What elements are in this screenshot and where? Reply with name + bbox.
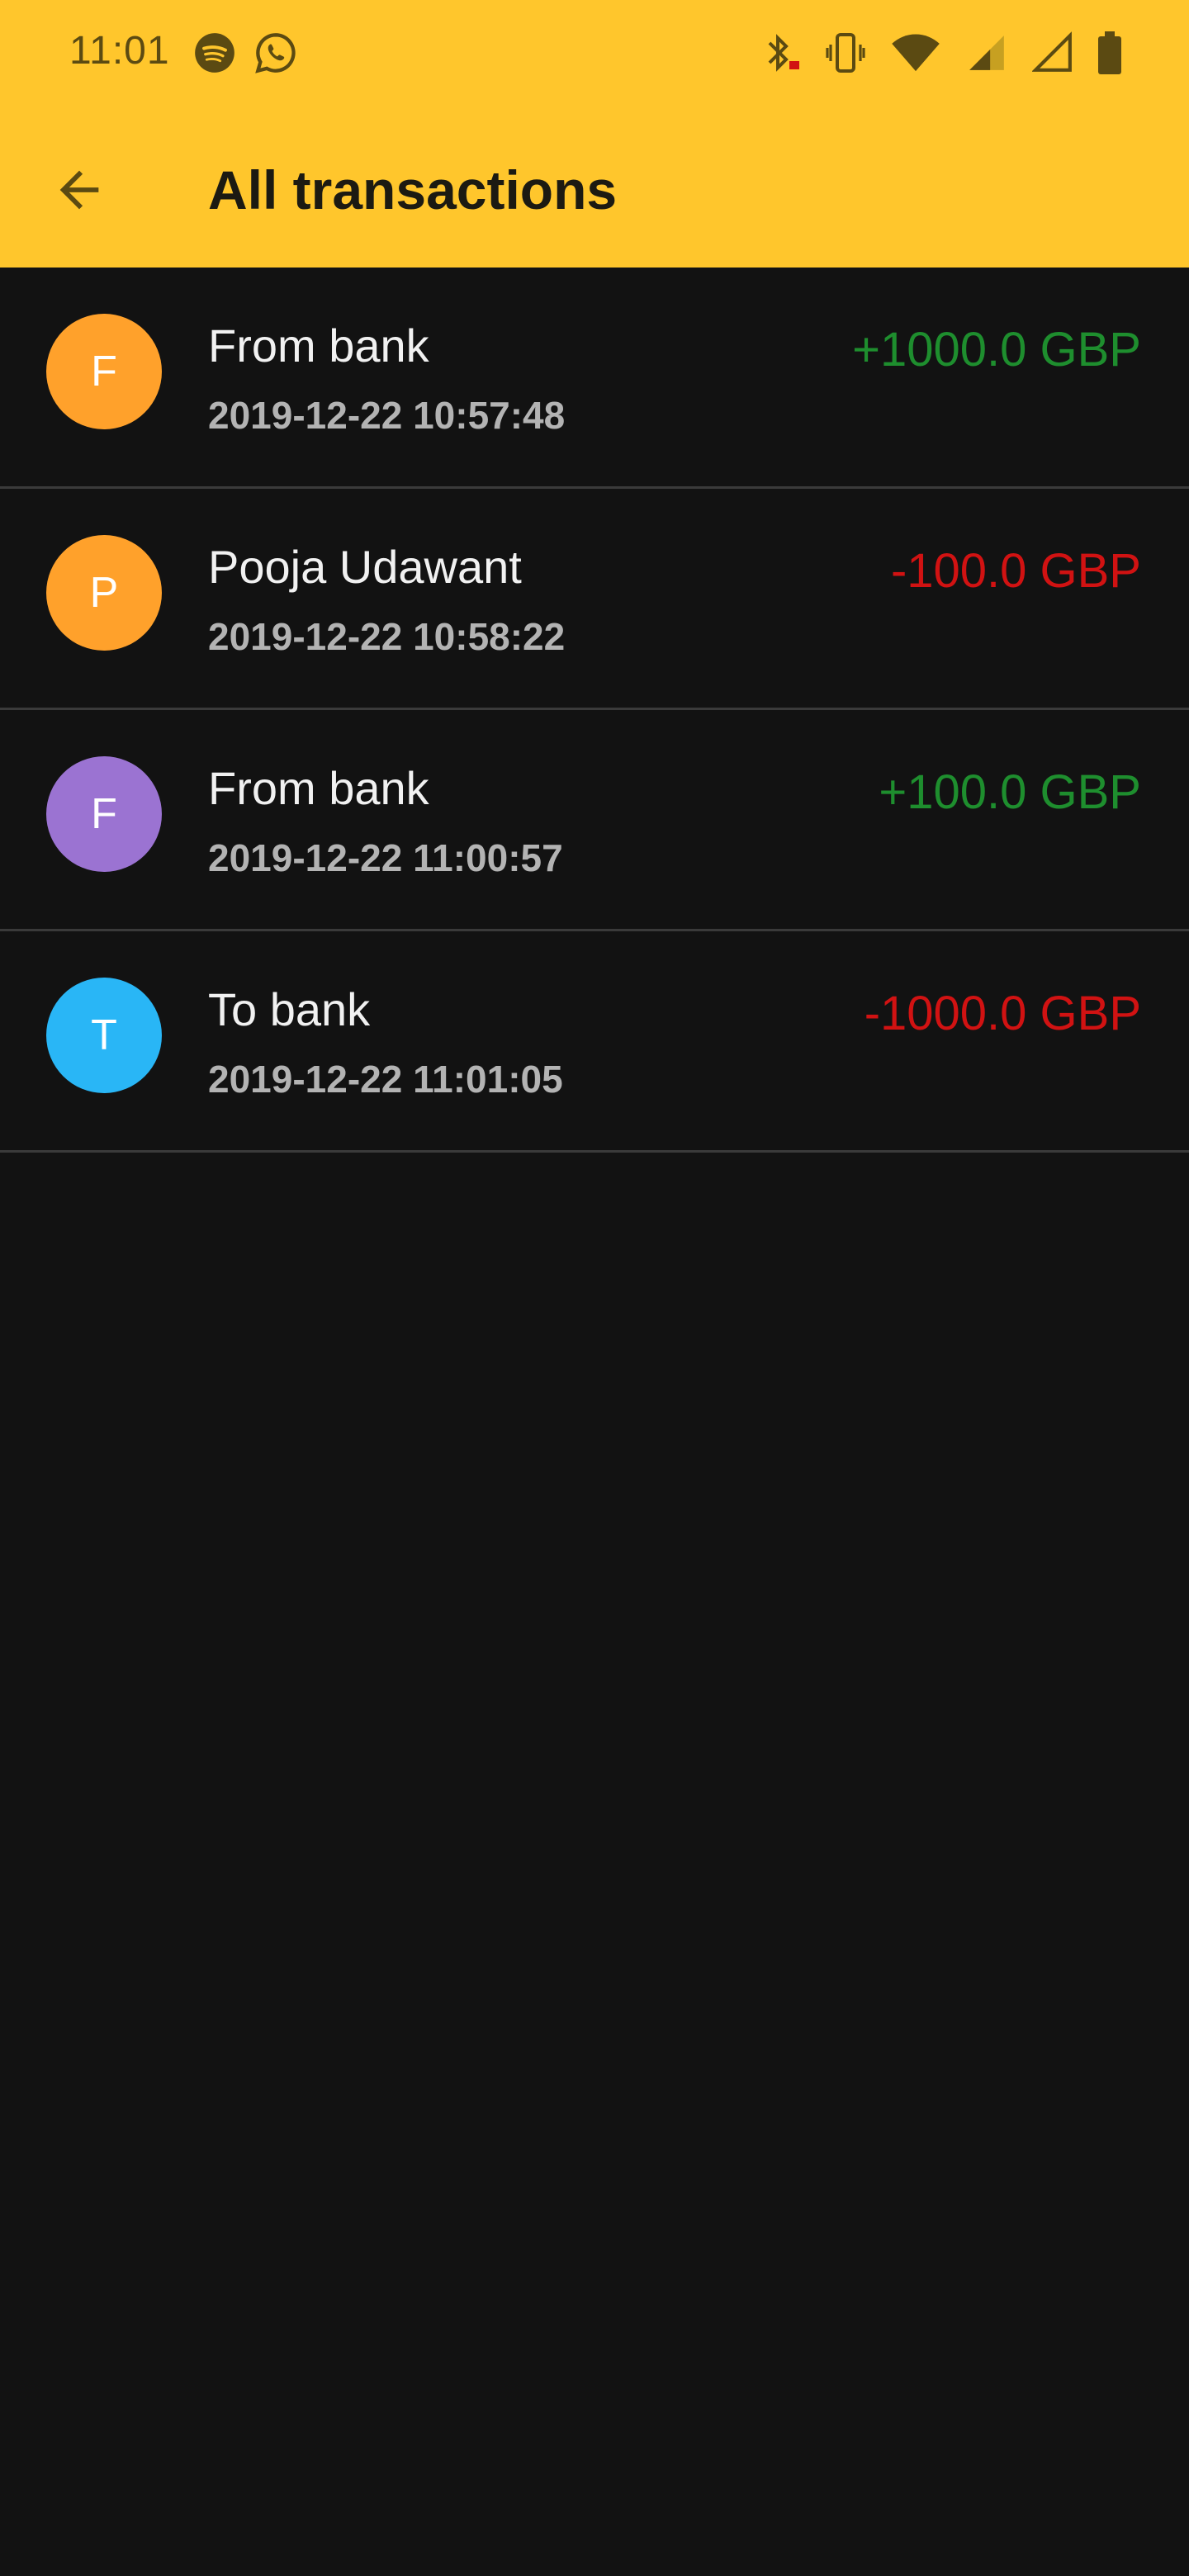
transaction-item[interactable]: F From bank 2019-12-22 11:00:57 +100.0 G… [0,710,1189,931]
transaction-date: 2019-12-22 11:00:57 [208,836,563,879]
transaction-name: From bank [208,320,429,372]
system-icons [761,30,1121,80]
transaction-name: Pooja Udawant [208,541,522,593]
transaction-amount: +100.0 GBP [879,765,1141,819]
transaction-list: F From bank 2019-12-22 10:57:48 +1000.0 … [0,268,1189,1153]
arrow-back-icon [59,170,99,210]
transaction-amount: -1000.0 GBP [864,987,1141,1040]
avatar-initial: F [91,790,117,838]
transaction-name: To bank [208,983,371,1035]
app-header: 11:01 All transactions [0,0,1189,268]
page-title: All transactions [208,159,618,220]
battery-icon [1098,30,1121,80]
avatar-initial: P [89,569,119,617]
transaction-date: 2019-12-22 11:01:05 [208,1058,563,1101]
spotify-icon [193,31,236,78]
avatar: P [46,535,162,651]
avatar: F [46,756,162,872]
back-button[interactable] [43,154,116,226]
transaction-item[interactable]: T To bank 2019-12-22 11:01:05 -1000.0 GB… [0,931,1189,1153]
cell-signal-icon [966,30,1007,80]
transaction-item[interactable]: F From bank 2019-12-22 10:57:48 +1000.0 … [0,268,1189,489]
transaction-name: From bank [208,762,429,814]
vibrate-icon [826,30,865,80]
transaction-amount: -100.0 GBP [890,544,1141,598]
status-time: 11:01 [69,29,170,73]
avatar-initial: T [91,1011,117,1059]
status-bar: 11:01 [0,0,1189,106]
avatar-initial: F [91,348,117,395]
wifi-icon [890,30,941,80]
bluetooth-battery-icon [761,30,801,80]
avatar: F [46,314,162,429]
app-bar: All transactions [0,106,1189,268]
transaction-date: 2019-12-22 10:57:48 [208,394,566,437]
notification-icons [193,31,297,78]
avatar: T [46,978,162,1093]
cell-signal-empty-icon [1031,30,1073,80]
whatsapp-icon [254,31,297,78]
transaction-item[interactable]: P Pooja Udawant 2019-12-22 10:58:22 -100… [0,489,1189,710]
transaction-date: 2019-12-22 10:58:22 [208,615,566,658]
transaction-amount: +1000.0 GBP [852,323,1141,376]
